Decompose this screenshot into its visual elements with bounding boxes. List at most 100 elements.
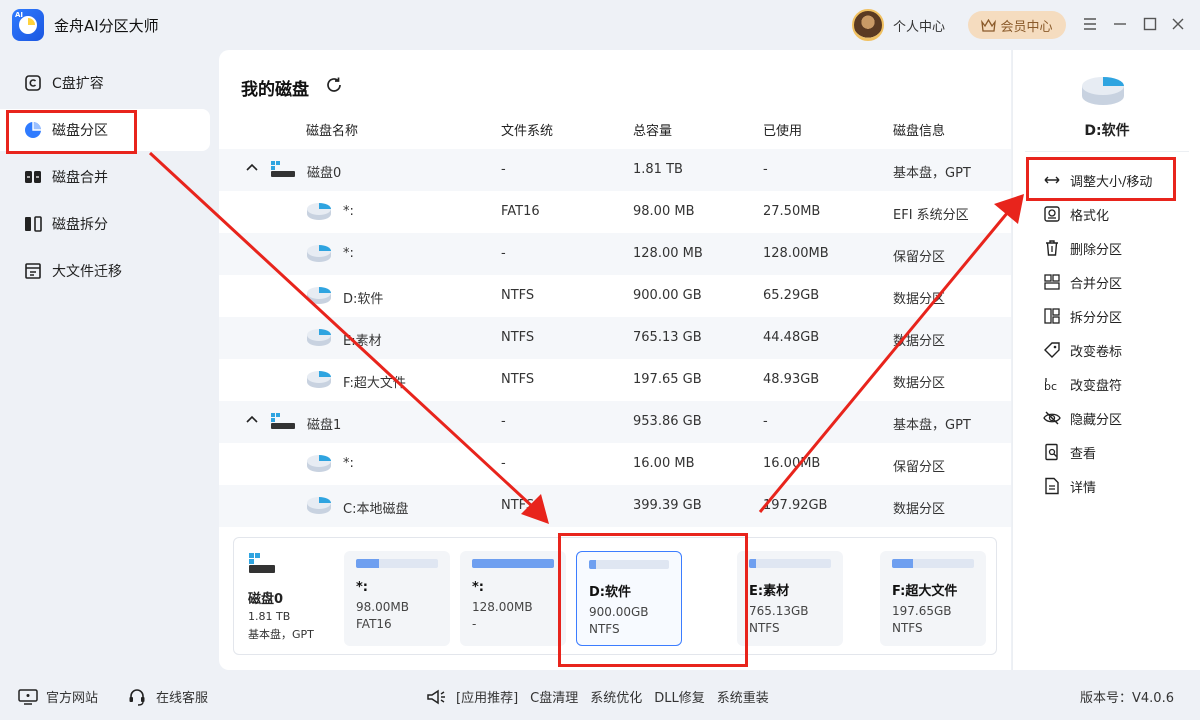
partition-row[interactable]: E:素材 NTFS 765.13 GB 44.48GB 数据分区 xyxy=(219,317,1011,359)
row-total: 399.39 GB xyxy=(633,498,702,513)
partition-row[interactable]: D:软件 NTFS 900.00 GB 65.29GB 数据分区 xyxy=(219,275,1011,317)
usage-bar xyxy=(356,559,438,568)
sidebar-item-c-expand[interactable]: C盘扩容 xyxy=(0,62,210,104)
card-fs: FAT16 xyxy=(356,617,392,631)
partition-icon xyxy=(307,455,331,472)
actions-panel: D:软件 调整大小/移动 格式化 删除分区 合并分区 拆分分区 改变卷标 bc 改变盘符 隐藏分… xyxy=(1012,50,1200,670)
usage-bar xyxy=(472,559,554,568)
close-icon[interactable] xyxy=(1166,12,1190,36)
app-logo: AI xyxy=(12,9,44,41)
card-size: 765.13GB xyxy=(749,604,809,618)
row-total: 1.81 TB xyxy=(633,162,683,177)
map-disk-name: 磁盘0 xyxy=(248,592,284,607)
row-name: D:软件 xyxy=(343,292,384,307)
details-action-button[interactable]: 详情 xyxy=(1043,474,1096,498)
sidebar-item-split[interactable]: 磁盘拆分 xyxy=(0,203,210,245)
footer-link-dll[interactable]: DLL修复 xyxy=(654,687,705,706)
change-label-action-button[interactable]: 改变卷标 xyxy=(1043,338,1122,362)
user-center-link[interactable]: 个人中心 xyxy=(893,16,945,35)
support-link[interactable]: 在线客服 xyxy=(128,687,208,706)
row-info: 数据分区 xyxy=(893,292,946,307)
split-partition-action-button[interactable]: 拆分分区 xyxy=(1043,304,1122,328)
vip-center-button[interactable]: 会员中心 xyxy=(968,11,1066,39)
version-text: 版本号：V4.0.6 xyxy=(1080,691,1174,706)
action-label: 调整大小/移动 xyxy=(1070,174,1153,190)
row-used: 128.00MB xyxy=(763,246,829,261)
partition-row[interactable]: *: FAT16 98.00 MB 27.50MB EFI 系统分区 xyxy=(219,191,1011,233)
partition-row[interactable]: *: - 16.00 MB 16.00MB 保留分区 xyxy=(219,443,1011,485)
row-name: F:超大文件 xyxy=(343,376,406,391)
sidebar-item-file-migrate[interactable]: 大文件迁移 xyxy=(0,250,210,292)
row-fs: - xyxy=(501,456,506,471)
menu-icon[interactable] xyxy=(1078,12,1102,36)
footer-link-c-clean[interactable]: C盘清理 xyxy=(530,687,578,706)
card-fs: - xyxy=(472,617,477,631)
card-fs: NTFS xyxy=(749,621,780,635)
row-used: 197.92GB xyxy=(763,498,828,513)
website-link[interactable]: 官方网站 xyxy=(18,687,98,706)
row-name: 磁盘0 xyxy=(307,166,342,181)
row-info: 基本盘，GPT xyxy=(893,166,971,181)
partition-card[interactable]: E:素材 765.13GB NTFS xyxy=(737,551,843,646)
col-used: 已使用 xyxy=(763,124,803,139)
trash-icon xyxy=(1043,239,1061,257)
sidebar-item-merge[interactable]: 磁盘合并 xyxy=(0,156,210,198)
chevron-up-icon[interactable] xyxy=(245,413,259,427)
partition-row[interactable]: F:超大文件 NTFS 197.65 GB 48.93GB 数据分区 xyxy=(219,359,1011,401)
change-letter-action-button[interactable]: bc 改变盘符 xyxy=(1043,372,1122,396)
sidebar-item-partition[interactable]: 磁盘分区 xyxy=(0,109,210,151)
partition-row[interactable]: C:本地磁盘 NTFS 399.39 GB 197.92GB 数据分区 xyxy=(219,485,1011,527)
refresh-icon[interactable] xyxy=(325,76,343,94)
disk-icon xyxy=(249,553,275,573)
avatar[interactable] xyxy=(852,9,884,41)
format-action-button[interactable]: 格式化 xyxy=(1043,202,1109,226)
footer-link-optimize[interactable]: 系统优化 xyxy=(590,687,642,706)
monitor-icon xyxy=(18,688,38,705)
split-disk-icon xyxy=(24,215,42,233)
row-fs: NTFS xyxy=(501,330,535,345)
partition-icon xyxy=(307,287,331,304)
usage-bar xyxy=(749,559,831,568)
partition-card[interactable]: F:超大文件 197.65GB NTFS xyxy=(880,551,986,646)
details-doc-icon xyxy=(1043,477,1061,495)
merge-partition-action-button[interactable]: 合并分区 xyxy=(1043,270,1122,294)
hide-partition-action-button[interactable]: 隐藏分区 xyxy=(1043,406,1122,430)
sidebar-item-label: C盘扩容 xyxy=(52,76,104,92)
action-label: 隐藏分区 xyxy=(1070,412,1123,428)
view-action-button[interactable]: 查看 xyxy=(1043,440,1096,464)
format-icon xyxy=(1043,205,1061,223)
footer-link-reinstall[interactable]: 系统重装 xyxy=(717,687,769,706)
maximize-icon[interactable] xyxy=(1138,12,1162,36)
row-used: 16.00MB xyxy=(763,456,821,471)
partition-card[interactable]: *: 98.00MB FAT16 xyxy=(344,551,450,646)
action-label: 合并分区 xyxy=(1070,276,1123,292)
vip-label: 会员中心 xyxy=(1000,19,1053,35)
col-info: 磁盘信息 xyxy=(893,124,946,139)
disk-row[interactable]: 磁盘1 - 953.86 GB - 基本盘，GPT xyxy=(219,401,1011,443)
usage-bar xyxy=(892,559,974,568)
disk-map: 磁盘0 1.81 TB 基本盘，GPT *: 98.00MB FAT16 *: 128.… xyxy=(233,537,997,655)
disk-icon xyxy=(271,161,295,177)
usage-fill xyxy=(589,560,597,569)
partition-card[interactable]: *: 128.00MB - xyxy=(460,551,566,646)
row-total: 765.13 GB xyxy=(633,330,702,345)
minimize-icon[interactable] xyxy=(1108,12,1132,36)
action-label: 改变盘符 xyxy=(1070,378,1123,394)
partition-row[interactable]: *: - 128.00 MB 128.00MB 保留分区 xyxy=(219,233,1011,275)
row-total: 128.00 MB xyxy=(633,246,703,261)
action-label: 改变卷标 xyxy=(1070,344,1123,360)
card-size: 98.00MB xyxy=(356,600,409,614)
table-header: 磁盘名称 文件系统 总容量 已使用 磁盘信息 xyxy=(219,116,1011,140)
chevron-up-icon[interactable] xyxy=(245,161,259,175)
row-name: C:本地磁盘 xyxy=(343,502,409,517)
col-total: 总容量 xyxy=(633,124,673,139)
page-title: 我的磁盘 xyxy=(241,80,309,100)
disk-row[interactable]: 磁盘0 - 1.81 TB - 基本盘，GPT xyxy=(219,149,1011,191)
map-disk-info: 磁盘0 1.81 TB 基本盘，GPT xyxy=(248,552,338,642)
delete-partition-action-button[interactable]: 删除分区 xyxy=(1043,236,1122,260)
row-info: 数据分区 xyxy=(893,334,946,349)
partition-card[interactable]: D:软件 900.00GB NTFS xyxy=(576,551,682,646)
row-fs: NTFS xyxy=(501,288,535,303)
resize-move-action-button[interactable]: 调整大小/移动 xyxy=(1043,168,1152,192)
action-label: 查看 xyxy=(1070,446,1097,462)
